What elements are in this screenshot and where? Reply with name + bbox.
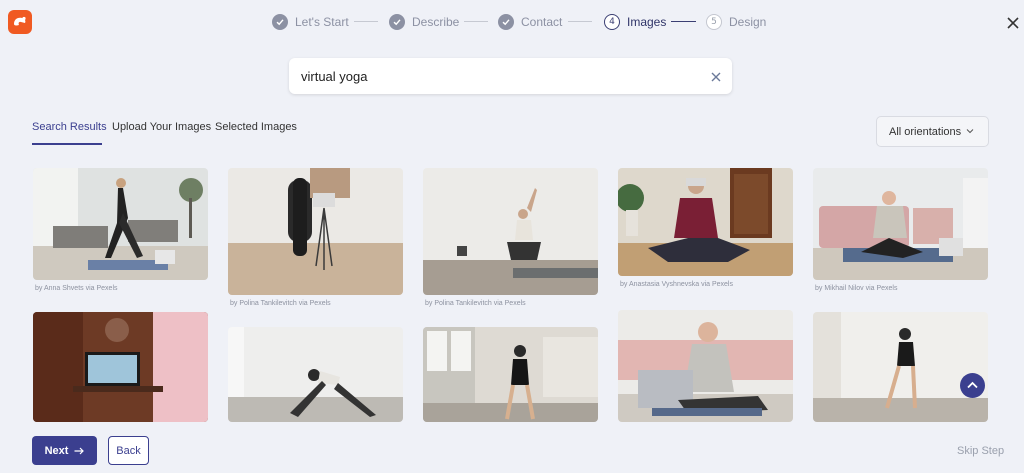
step-label: Images <box>627 15 667 29</box>
image-result[interactable] <box>33 312 208 422</box>
check-icon <box>389 14 405 30</box>
search-bar <box>289 58 732 94</box>
back-button[interactable]: Back <box>108 436 149 465</box>
step-label: Let's Start <box>295 15 349 29</box>
step-describe[interactable]: Describe <box>389 12 459 32</box>
search-input[interactable] <box>301 67 691 85</box>
clear-search-icon[interactable] <box>710 70 722 82</box>
arrow-right-icon <box>74 447 85 454</box>
step-number: 4 <box>604 14 620 30</box>
image-result[interactable] <box>813 168 988 280</box>
chevron-up-icon <box>967 381 978 389</box>
step-number: 5 <box>706 14 722 30</box>
tab-selected-images[interactable]: Selected Images <box>215 121 297 133</box>
image-result[interactable] <box>423 327 598 422</box>
image-credit: by Anna Shvets via Pexels <box>35 285 118 292</box>
check-icon <box>272 14 288 30</box>
chevron-down-icon <box>966 129 974 134</box>
header: Let's Start Describe Contact 4 Images 5 … <box>0 0 1024 44</box>
image-credit: by Mikhail Nilov via Pexels <box>815 285 898 292</box>
image-result[interactable] <box>813 312 988 422</box>
back-button-label: Back <box>116 444 141 457</box>
step-connector <box>671 21 696 22</box>
step-contact[interactable]: Contact <box>498 12 562 32</box>
image-result[interactable] <box>618 168 793 276</box>
image-credit: by Anastasia Vyshnevska via Pexels <box>620 281 733 288</box>
orientation-dropdown[interactable]: All orientations <box>876 116 989 147</box>
image-result[interactable] <box>228 168 403 295</box>
step-connector <box>354 21 378 22</box>
image-credit: by Polina Tankilevitch via Pexels <box>230 300 331 307</box>
step-connector <box>464 21 488 22</box>
step-label: Design <box>729 15 767 29</box>
image-result[interactable] <box>228 327 403 422</box>
image-result[interactable] <box>423 168 598 295</box>
step-label: Describe <box>412 15 460 29</box>
step-design[interactable]: 5 Design <box>706 12 766 32</box>
tab-search-results[interactable]: Search Results <box>32 121 107 133</box>
next-button-label: Next <box>44 444 69 457</box>
check-icon <box>498 14 514 30</box>
step-label: Contact <box>521 15 563 29</box>
active-tab-indicator <box>32 143 102 145</box>
next-button[interactable]: Next <box>32 436 97 465</box>
scroll-to-top-button[interactable] <box>960 373 985 398</box>
step-lets-start[interactable]: Let's Start <box>272 12 349 32</box>
step-images[interactable]: 4 Images <box>604 12 666 32</box>
brand-logo-icon[interactable] <box>8 10 32 34</box>
close-icon[interactable] <box>1002 12 1024 34</box>
image-result[interactable] <box>618 310 793 422</box>
image-credit: by Polina Tankilevitch via Pexels <box>425 300 526 307</box>
orientation-label: All orientations <box>889 125 962 138</box>
skip-step-link[interactable]: Skip Step <box>957 445 1004 457</box>
image-result[interactable] <box>33 168 208 280</box>
tab-upload-your-images[interactable]: Upload Your Images <box>112 121 211 133</box>
step-connector <box>568 21 592 22</box>
